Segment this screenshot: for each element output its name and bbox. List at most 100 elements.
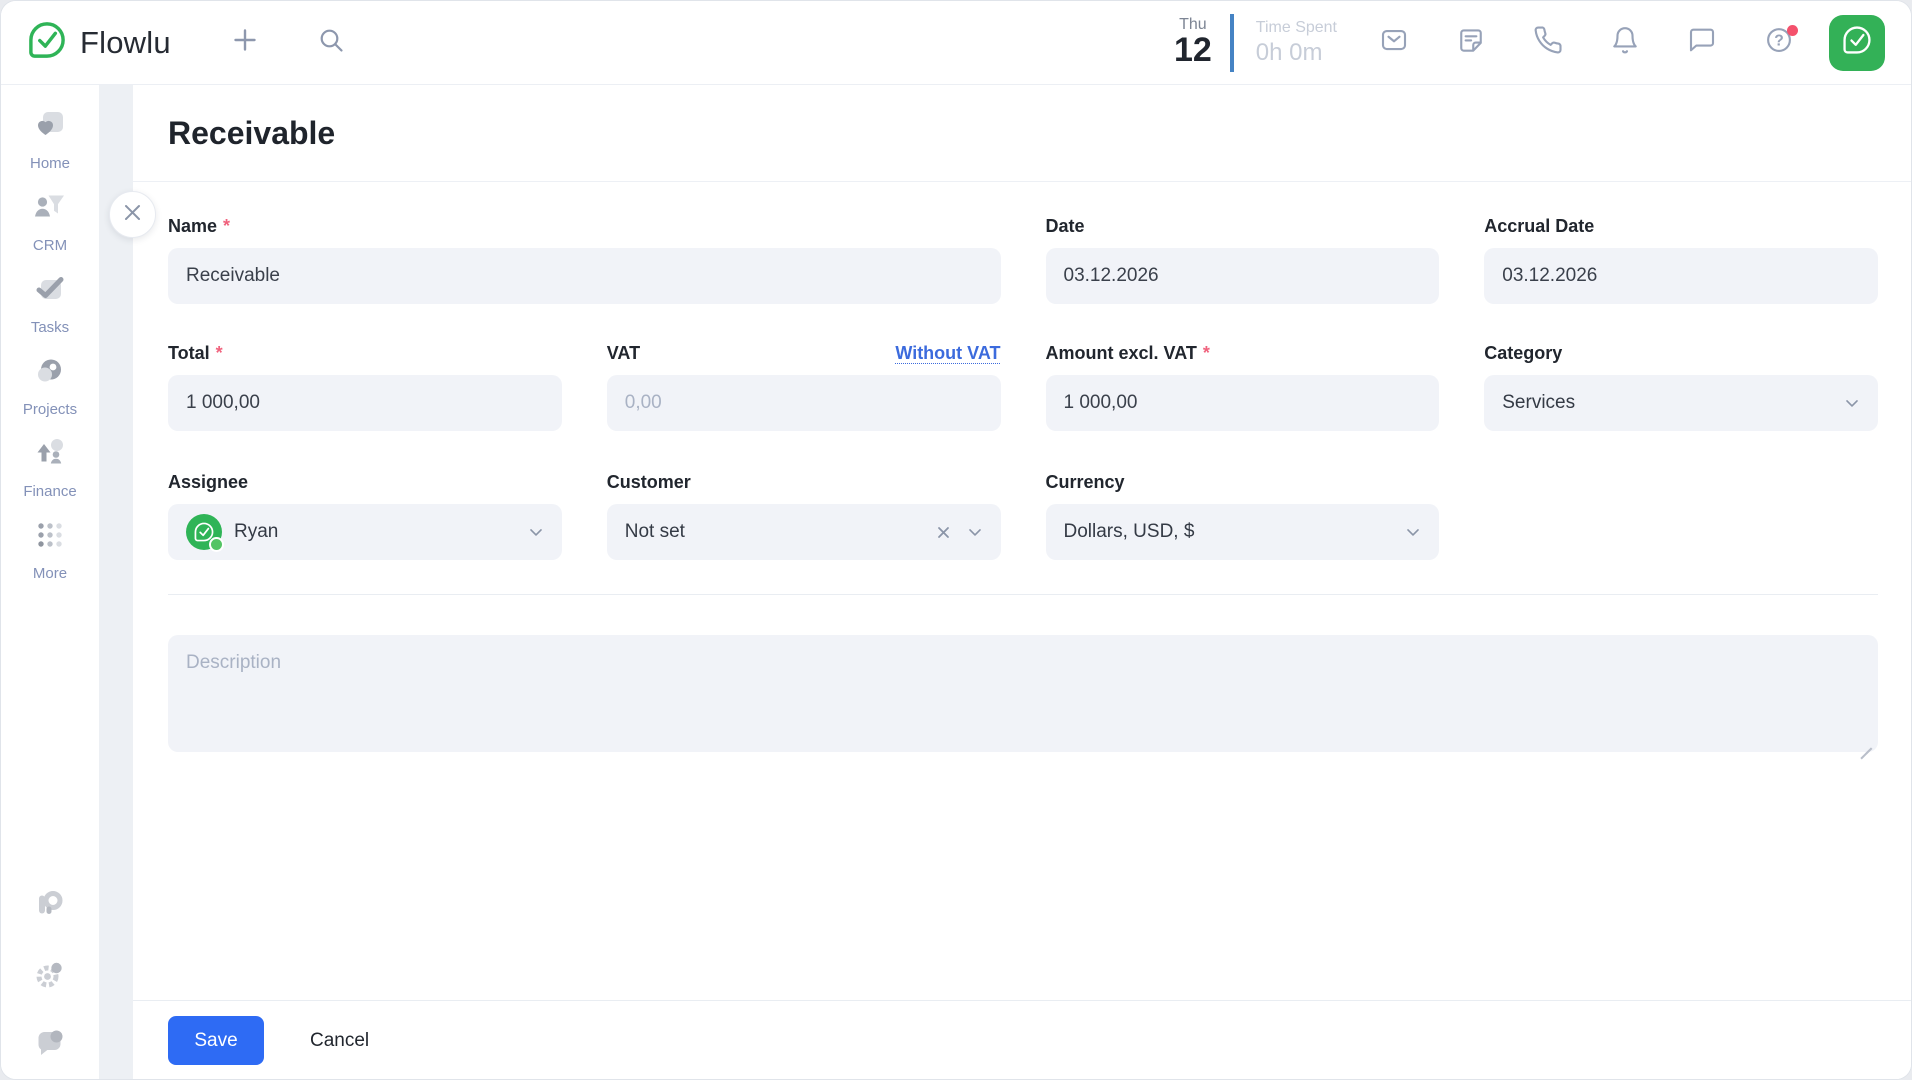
total-input[interactable] (168, 375, 562, 431)
brand[interactable]: Flowlu (27, 20, 171, 65)
category-select[interactable]: Services (1484, 375, 1878, 431)
category-field-group: Category Services (1484, 342, 1878, 431)
section-divider (168, 594, 1878, 595)
alert-dot (1787, 25, 1798, 36)
sidebar-bottom (32, 887, 68, 1066)
panel-body: Name* Date Accrual Date (133, 182, 1911, 1000)
close-button[interactable] (109, 191, 156, 238)
sidebar-item-label: Finance (23, 483, 76, 500)
topbar-right: Thu 12 Time Spent 0h 0m (1174, 14, 1885, 72)
amount-excl-vat-label: Amount excl. VAT* (1046, 342, 1440, 364)
search-icon (316, 25, 346, 60)
finance-icon (32, 435, 68, 476)
phone-icon (1533, 25, 1563, 60)
panel-header: Receivable (133, 85, 1911, 182)
close-icon (122, 202, 143, 228)
clear-icon[interactable] (936, 525, 951, 540)
calendar-divider (1230, 14, 1234, 72)
chevron-down-icon (965, 522, 985, 542)
description-textarea[interactable] (168, 635, 1878, 752)
currency-field-group: Currency Dollars, USD, $ (1046, 471, 1440, 560)
sidebar-item-tasks[interactable]: Tasks (31, 271, 69, 336)
total-label: Total* (168, 342, 562, 364)
day-number: 12 (1174, 33, 1212, 69)
customer-field-group: Customer Not set (607, 471, 1001, 560)
sidebar-item-label: CRM (33, 237, 67, 254)
settings-gear-icon[interactable] (32, 956, 68, 997)
total-field-group: Total* (168, 342, 562, 431)
required-mark: * (223, 216, 230, 237)
top-bar: Flowlu Thu 12 Time Spent 0h 0m (1, 1, 1911, 85)
assignee-field-group: Assignee Ryan (168, 471, 562, 560)
name-field-group: Name* (168, 215, 1001, 304)
bell-icon (1610, 25, 1640, 60)
receivable-panel: Receivable Name* Date (133, 85, 1911, 1080)
sidebar-item-more[interactable]: More (32, 517, 68, 582)
svg-text:?: ? (1774, 33, 1784, 50)
home-icon (32, 107, 68, 148)
time-spent-value: 0h 0m (1256, 39, 1337, 67)
notifications-button[interactable] (1602, 20, 1648, 66)
plus-icon (229, 24, 261, 61)
search-button[interactable] (309, 21, 353, 65)
sidebar-item-projects[interactable]: Projects (23, 353, 77, 418)
without-vat-link[interactable]: Without VAT (895, 343, 1000, 364)
customer-select[interactable]: Not set (607, 504, 1001, 560)
sidebar-item-finance[interactable]: Finance (23, 435, 76, 500)
flowlu-logo-icon (27, 20, 67, 65)
currency-select[interactable]: Dollars, USD, $ (1046, 504, 1440, 560)
crm-icon (32, 189, 68, 230)
sidebar-item-label: More (33, 565, 67, 582)
product-logo-icon[interactable] (32, 887, 68, 928)
currency-label: Currency (1046, 471, 1440, 493)
save-button[interactable]: Save (168, 1016, 264, 1065)
accrual-date-input[interactable] (1484, 248, 1878, 304)
name-input[interactable] (168, 248, 1001, 304)
required-mark: * (216, 343, 223, 364)
brand-name: Flowlu (80, 25, 171, 61)
panel-footer: Save Cancel (133, 1000, 1911, 1080)
sidebar-item-crm[interactable]: CRM (32, 189, 68, 254)
assignee-avatar (186, 514, 222, 550)
assignee-select[interactable]: Ryan (168, 504, 562, 560)
topbar-icons: ? (1371, 20, 1802, 66)
mail-button[interactable] (1371, 20, 1417, 66)
page-title: Receivable (168, 115, 335, 152)
tasks-icon (32, 271, 68, 312)
create-button[interactable] (223, 21, 267, 65)
note-icon (1456, 25, 1486, 60)
projects-icon (32, 353, 68, 394)
cancel-button[interactable]: Cancel (304, 1029, 375, 1053)
calls-button[interactable] (1525, 20, 1571, 66)
notes-button[interactable] (1448, 20, 1494, 66)
shield-check-icon (1841, 24, 1873, 61)
amount-excl-vat-input[interactable] (1046, 375, 1440, 431)
currency-value: Dollars, USD, $ (1064, 521, 1396, 543)
date-input[interactable] (1046, 248, 1440, 304)
name-label: Name* (168, 215, 1001, 237)
chevron-down-icon (526, 522, 546, 542)
category-value: Services (1502, 392, 1834, 414)
more-grid-icon (32, 517, 68, 558)
main-area: Receivable Name* Date (100, 85, 1911, 1080)
sidebar-item-home[interactable]: Home (30, 107, 70, 172)
sidebar-item-label: Home (30, 155, 70, 172)
account-avatar[interactable] (1829, 15, 1885, 71)
accrual-date-label: Accrual Date (1484, 215, 1878, 237)
feedback-chat-icon[interactable] (32, 1025, 68, 1066)
vat-input[interactable] (607, 375, 1001, 431)
messenger-button[interactable] (1679, 20, 1725, 66)
mail-icon (1379, 25, 1409, 60)
help-button[interactable]: ? (1756, 20, 1802, 66)
vat-field-group: VAT Without VAT (607, 342, 1001, 431)
assignee-label: Assignee (168, 471, 562, 493)
customer-value: Not set (625, 521, 936, 543)
accrual-date-field-group: Accrual Date (1484, 215, 1878, 304)
sidebar-item-label: Tasks (31, 319, 69, 336)
date-label: Date (1046, 215, 1440, 237)
vat-label: VAT (607, 343, 640, 364)
date-field-group: Date (1046, 215, 1440, 304)
sidebar-item-label: Projects (23, 401, 77, 418)
time-spent[interactable]: Time Spent 0h 0m (1256, 18, 1337, 66)
calendar-date[interactable]: Thu 12 (1174, 16, 1212, 69)
